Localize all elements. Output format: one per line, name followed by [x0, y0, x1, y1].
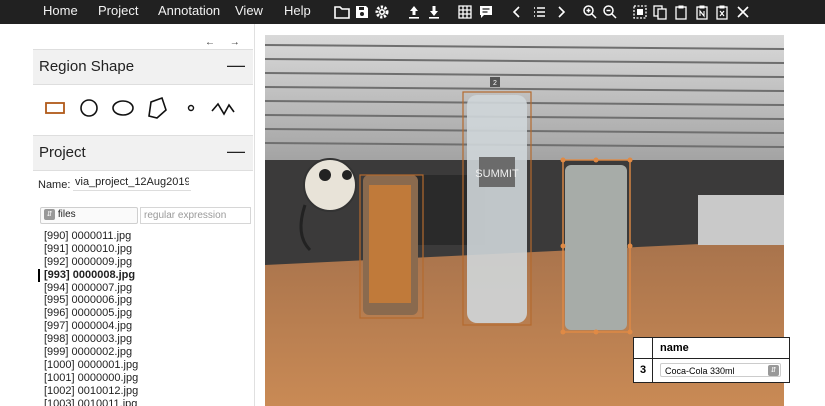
sidebar: ← → ‹ Region Shape — Project — Name: All… — [0, 24, 255, 406]
paste-icon[interactable] — [671, 2, 691, 22]
comment-icon[interactable] — [476, 2, 496, 22]
region-shape-toolbar — [33, 94, 253, 130]
region-label: 2 — [493, 80, 497, 87]
next-icon[interactable] — [551, 2, 571, 22]
attribute-value-select[interactable]: Coca-Cola 330ml ⇵ — [660, 363, 781, 377]
list-icon[interactable] — [529, 2, 549, 22]
zoom-out-icon[interactable] — [600, 2, 620, 22]
select-all-icon[interactable] — [630, 2, 650, 22]
file-list-item[interactable]: [992] 0000009.jpg — [38, 256, 253, 269]
attribute-row: 3 Coca-Cola 330ml ⇵ — [634, 359, 789, 382]
menu-annotation[interactable]: Annotation — [158, 0, 220, 24]
file-list-item[interactable]: [994] 0000007.jpg — [38, 282, 253, 295]
file-list-item[interactable]: [1001] 0000000.jpg — [38, 372, 253, 385]
menu-view[interactable]: View — [235, 0, 263, 24]
grid-icon[interactable] — [455, 2, 475, 22]
close-icon[interactable] — [733, 2, 753, 22]
file-list-item[interactable]: [990] 0000011.jpg — [38, 230, 253, 243]
point-icon[interactable] — [177, 94, 205, 122]
file-filter-select[interactable]: All files ⇵ — [40, 207, 138, 224]
zoom-in-icon[interactable] — [580, 2, 600, 22]
file-list-item[interactable]: [995] 0000006.jpg — [38, 294, 253, 307]
file-list-item[interactable]: [1003] 0010011.jpg — [38, 398, 253, 406]
attribute-header-id-cell — [634, 338, 653, 358]
project-title: Project — [39, 144, 86, 161]
region-shape-panel-header[interactable]: Region Shape — — [33, 49, 253, 85]
bottle-label: SUMMIT — [475, 168, 519, 180]
collapse-icon[interactable]: — — [227, 55, 245, 76]
file-list-item[interactable]: [998] 0000003.jpg — [38, 333, 253, 346]
file-list-item[interactable]: [996] 0000005.jpg — [38, 307, 253, 320]
project-name-label: Name: — [38, 179, 71, 191]
attribute-row-id: 3 — [634, 359, 653, 382]
file-list-item[interactable]: [1000] 0000001.jpg — [38, 359, 253, 372]
upload-icon[interactable] — [404, 2, 424, 22]
file-list: [990] 0000011.jpg [991] 0000010.jpg [992] … — [38, 230, 253, 406]
region-shape-title: Region Shape — [39, 58, 135, 75]
polyline-icon[interactable] — [209, 94, 237, 122]
chevron-down-icon: ⇵ — [44, 209, 55, 220]
file-list-item[interactable]: [1002] 0010012.jpg — [38, 385, 253, 398]
file-list-item[interactable]: [999] 0000002.jpg — [38, 346, 253, 359]
paste-n-icon[interactable] — [692, 2, 712, 22]
menu-home[interactable]: Home — [43, 0, 78, 24]
menu-project[interactable]: Project — [98, 0, 138, 24]
attribute-table: name 3 Coca-Cola 330ml ⇵ — [633, 337, 790, 383]
file-list-item[interactable]: [993] 0000008.jpg — [38, 268, 253, 282]
copy-icon[interactable] — [650, 2, 670, 22]
file-list-item[interactable]: [991] 0000010.jpg — [38, 243, 253, 256]
delete-icon[interactable] — [712, 2, 732, 22]
attribute-header-name: name — [660, 342, 689, 354]
project-name-input[interactable] — [73, 174, 191, 191]
file-list-item[interactable]: [997] 0000004.jpg — [38, 320, 253, 333]
polygon-icon[interactable] — [143, 94, 171, 122]
circle-icon[interactable] — [75, 94, 103, 122]
save-icon[interactable] — [352, 2, 372, 22]
project-panel-header[interactable]: Project — — [33, 135, 253, 171]
regex-filter-input[interactable] — [140, 207, 251, 224]
collapse-icon[interactable]: — — [227, 141, 245, 162]
folder-icon[interactable] — [332, 2, 352, 22]
prev-icon[interactable] — [507, 2, 527, 22]
attribute-header-row: name — [634, 338, 789, 359]
ellipse-icon[interactable] — [109, 94, 137, 122]
rectangle-icon[interactable] — [41, 94, 69, 122]
download-icon[interactable] — [424, 2, 444, 22]
attribute-value: Coca-Cola 330ml — [665, 366, 735, 376]
top-menubar: Home Project Annotation View Help — [0, 0, 825, 24]
gear-icon[interactable] — [372, 2, 392, 22]
chevron-down-icon: ⇵ — [768, 365, 779, 376]
menu-help[interactable]: Help — [284, 0, 311, 24]
